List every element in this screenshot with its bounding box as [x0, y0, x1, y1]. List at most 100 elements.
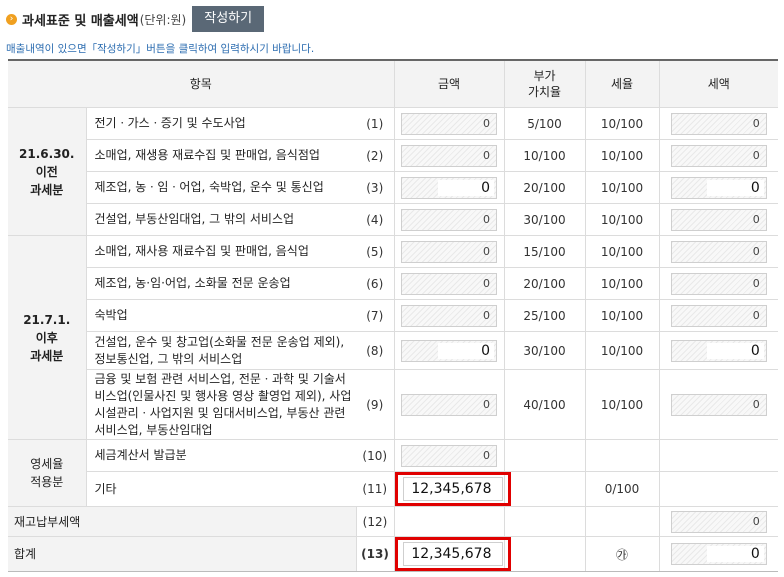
tax-value: 0 — [752, 276, 760, 290]
bullet-arrow-icon: › — [6, 13, 17, 25]
row-label: 제조업, 농ㆍ임ㆍ어업, 숙박업, 운수 및 통신업 — [86, 171, 356, 204]
amount-value: 0 — [483, 116, 490, 130]
table-row: 소매업, 재생용 재료수집 및 판매업, 음식점업 (2) 0 10/100 1… — [8, 139, 778, 172]
empty-cell — [659, 439, 778, 472]
table-row: 건설업, 부동산임대업, 그 밖의 서비스업 (4) 0 30/100 10/1… — [8, 203, 778, 236]
empty-cell — [585, 506, 660, 537]
amount-input-6[interactable]: 0 — [401, 272, 497, 295]
amount-input-4[interactable]: 0 — [401, 208, 497, 231]
tax-rate: 0/100 — [585, 471, 660, 507]
tax-rate: 10/100 — [585, 107, 660, 140]
row-label: 전기ㆍ가스ㆍ증기 및 수도사업 — [86, 107, 356, 140]
row-label: 건설업, 운수 및 창고업(소화물 전문 운송업 제외), 정보통신업, 그 밖… — [86, 331, 356, 370]
amount-value: 12,345,678 — [411, 546, 492, 562]
amount-input-11[interactable]: 12,345,678 — [402, 477, 503, 501]
group-after-label: 21.7.1. 이후 과세분 — [23, 312, 71, 363]
total-symbol: ㉮ — [615, 547, 628, 562]
amount-value: 0 — [483, 276, 490, 290]
amount-input-7[interactable]: 0 — [401, 304, 497, 327]
table-row: 영세율 적용분 세금계산서 발급분 (10) 0 — [8, 439, 778, 507]
table-row: 기타 (11) 12,345,678 0/100 — [8, 471, 778, 507]
group-zero: 영세율 적용분 — [8, 439, 87, 507]
row-num: (13) — [356, 536, 395, 572]
tax-value: 0 — [750, 546, 760, 562]
empty-cell — [504, 471, 586, 507]
tax-value: 0 — [752, 397, 760, 411]
reserve-label: 재고납부세액 — [8, 506, 357, 537]
write-button[interactable]: 작성하기 — [192, 6, 265, 32]
tax-input-6[interactable]: 0 — [670, 272, 767, 295]
tax-input-8[interactable]: 0 — [670, 339, 767, 362]
total-amount-input[interactable]: 12,345,678 — [402, 542, 503, 566]
tax-input-4[interactable]: 0 — [670, 208, 767, 231]
table-row: 건설업, 운수 및 창고업(소화물 전문 운송업 제외), 정보통신업, 그 밖… — [8, 331, 778, 370]
tax-input-9[interactable]: 0 — [670, 393, 767, 416]
amount-value: 0 — [483, 448, 490, 462]
highlight-box: 12,345,678 — [394, 537, 511, 571]
tax-input-2[interactable]: 0 — [670, 144, 767, 167]
tax-rate: 10/100 — [585, 369, 660, 440]
tax-value: 0 — [752, 244, 760, 258]
amount-input-8[interactable]: 0 — [401, 339, 497, 362]
row-num: (12) — [356, 506, 395, 537]
row-label: 건설업, 부동산임대업, 그 밖의 서비스업 — [86, 203, 356, 236]
instruction-note: 매출내역이 있으면「작성하기」버튼을 클릭하여 입력하시기 바랍니다. — [6, 43, 315, 55]
vat-rate: 30/100 — [504, 331, 586, 370]
tax-value: 0 — [750, 342, 760, 359]
row-num: (6) — [356, 267, 395, 300]
row-num: (2) — [356, 139, 395, 172]
tax-base-table: 항목 금액 부가 가치율 세율 세액 21.6.30. 이전 과세분 전기ㆍ가스… — [8, 59, 778, 572]
total-label: 합계 — [8, 536, 357, 572]
col-header-amount: 금액 — [394, 59, 505, 108]
col-header-tax: 세액 — [659, 59, 778, 108]
amount-value: 0 — [483, 397, 490, 411]
amount-input-9[interactable]: 0 — [401, 393, 497, 416]
tax-input-7[interactable]: 0 — [670, 304, 767, 327]
section-header: › 과세표준 및 매출세액 (단위:원) 작성하기 — [6, 6, 265, 32]
vat-rate: 20/100 — [504, 267, 586, 300]
amount-value: 0 — [483, 308, 490, 322]
tax-rate: 10/100 — [585, 171, 660, 204]
tax-rate: 10/100 — [585, 299, 660, 332]
tax-value: 0 — [750, 179, 760, 196]
tax-value: 0 — [752, 514, 760, 528]
empty-cell — [659, 471, 778, 507]
vat-rate: 25/100 — [504, 299, 586, 332]
tax-input-5[interactable]: 0 — [670, 240, 767, 263]
table-row: 금융 및 보험 관련 서비스업, 전문ㆍ과학 및 기술서비스업(인물사진 및 행… — [8, 369, 778, 440]
empty-cell — [585, 439, 660, 472]
reserve-tax-input[interactable]: 0 — [670, 510, 767, 533]
table-row: 재고납부세액 (12) 0 — [8, 506, 778, 537]
col-header-vat-rate: 부가 가치율 — [504, 59, 586, 108]
row-num: (8) — [356, 331, 395, 370]
section-title: 과세표준 및 매출세액 — [22, 13, 139, 29]
col-header-tax-rate: 세율 — [585, 59, 660, 108]
tax-rate: 10/100 — [585, 235, 660, 268]
row-num: (9) — [356, 369, 395, 440]
amount-input-1[interactable]: 0 — [401, 112, 497, 135]
tax-input-3[interactable]: 0 — [670, 176, 767, 199]
empty-cell — [504, 439, 586, 472]
total-tax-input[interactable]: 0 — [670, 543, 767, 565]
empty-cell — [504, 536, 586, 572]
row-num: (11) — [356, 471, 395, 507]
row-label: 소매업, 재사용 재료수집 및 판매업, 음식업 — [86, 235, 356, 268]
group-after: 21.7.1. 이후 과세분 — [8, 235, 87, 440]
amount-input-10[interactable]: 0 — [401, 444, 497, 467]
amount-value: 0 — [483, 148, 490, 162]
tax-value: 0 — [752, 308, 760, 322]
vat-rate: 10/100 — [504, 139, 586, 172]
row-num: (1) — [356, 107, 395, 140]
vat-rate: 30/100 — [504, 203, 586, 236]
tax-input-1[interactable]: 0 — [670, 112, 767, 135]
table-row: 숙박업 (7) 0 25/100 10/100 0 — [8, 299, 778, 332]
row-num: (4) — [356, 203, 395, 236]
amount-input-5[interactable]: 0 — [401, 240, 497, 263]
tax-rate: 10/100 — [585, 331, 660, 370]
amount-input-3[interactable]: 0 — [401, 176, 497, 199]
tax-value: 0 — [752, 116, 760, 130]
amount-input-2[interactable]: 0 — [401, 144, 497, 167]
row-label: 기타 — [86, 471, 356, 507]
group-before: 21.6.30. 이전 과세분 — [8, 107, 87, 236]
amount-value: 0 — [483, 244, 490, 258]
